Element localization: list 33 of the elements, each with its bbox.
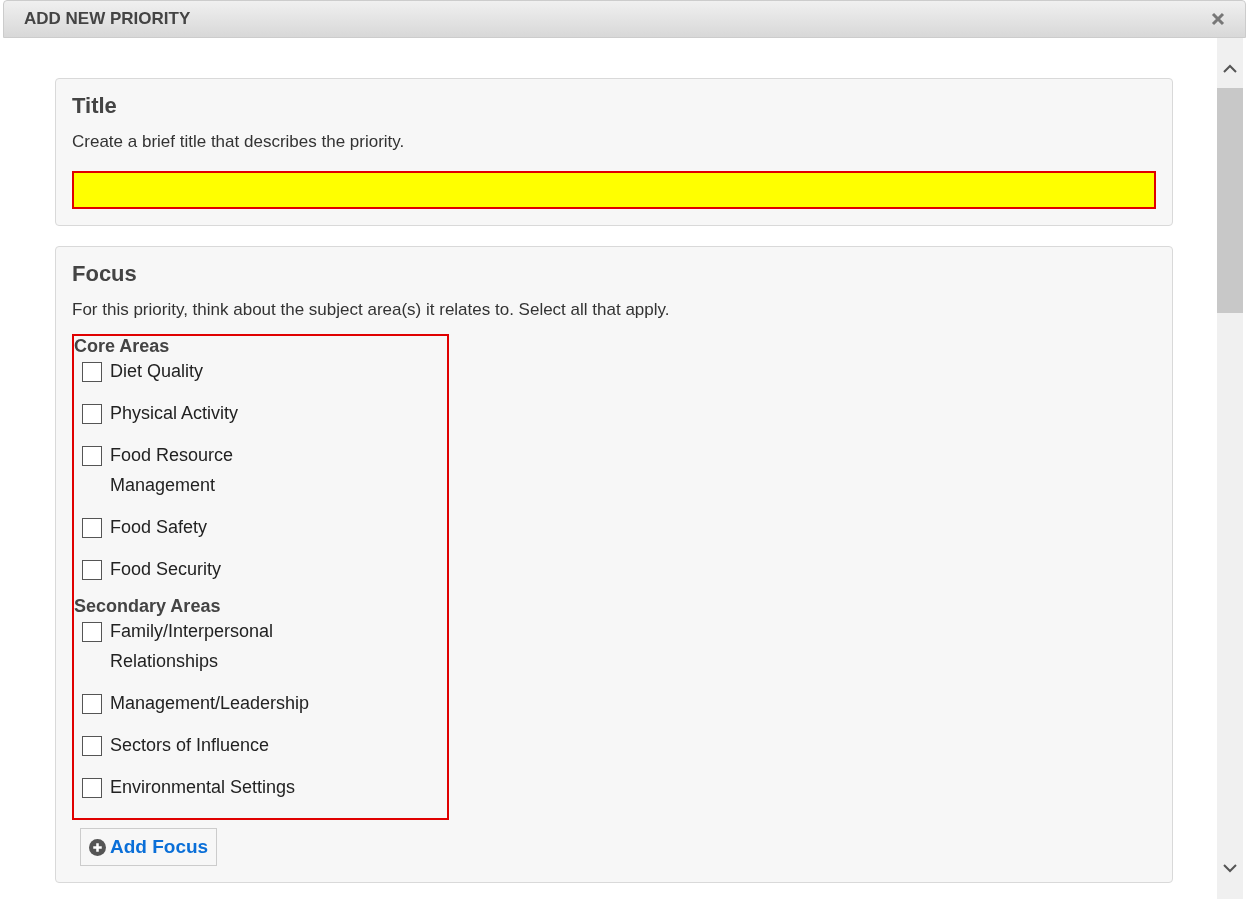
section-description: Create a brief title that describes the priority.: [72, 131, 406, 153]
plus-circle-icon: [89, 838, 106, 856]
section-heading: Title: [72, 92, 118, 120]
checkbox-label: Food Security: [110, 558, 223, 581]
checkbox-label: Food Resource Management: [110, 444, 235, 497]
close-icon[interactable]: [1211, 12, 1225, 26]
checkbox-label: Diet Quality: [110, 360, 205, 383]
checkbox[interactable]: [82, 362, 102, 382]
scrollbar-thumb[interactable]: [1217, 88, 1243, 313]
checkbox[interactable]: [82, 404, 102, 424]
checkbox-label: Family/Interpersonal Relationships: [110, 620, 275, 673]
checkbox[interactable]: [82, 736, 102, 756]
checkbox[interactable]: [82, 518, 102, 538]
scrollbar[interactable]: [1217, 38, 1243, 899]
dialog-title: ADD NEW PRIORITY: [24, 8, 191, 31]
checkbox[interactable]: [82, 622, 102, 642]
checkbox[interactable]: [82, 694, 102, 714]
checkbox-label: Food Safety: [110, 516, 209, 539]
checkbox-label: Sectors of Influence: [110, 734, 271, 757]
checkbox-label: Environmental Settings: [110, 776, 297, 799]
scroll-down-icon[interactable]: [1223, 863, 1237, 873]
checkbox[interactable]: [82, 446, 102, 466]
section-description: For this priority, think about the subject area(s) it relates to. Select all that apply.: [72, 298, 671, 321]
add-focus-button[interactable]: Add Focus: [80, 828, 218, 866]
group-label: Secondary Areas: [74, 596, 222, 616]
checkbox-label: Management/Leadership: [110, 692, 311, 715]
group-label: Core Areas: [74, 336, 171, 356]
title-input-field[interactable]: [72, 170, 1156, 209]
section-heading: Focus: [72, 259, 138, 288]
checkbox[interactable]: [82, 560, 102, 580]
checkbox-label: Physical Activity: [110, 402, 240, 425]
scroll-up-icon[interactable]: [1223, 64, 1237, 74]
checkbox[interactable]: [82, 778, 102, 798]
